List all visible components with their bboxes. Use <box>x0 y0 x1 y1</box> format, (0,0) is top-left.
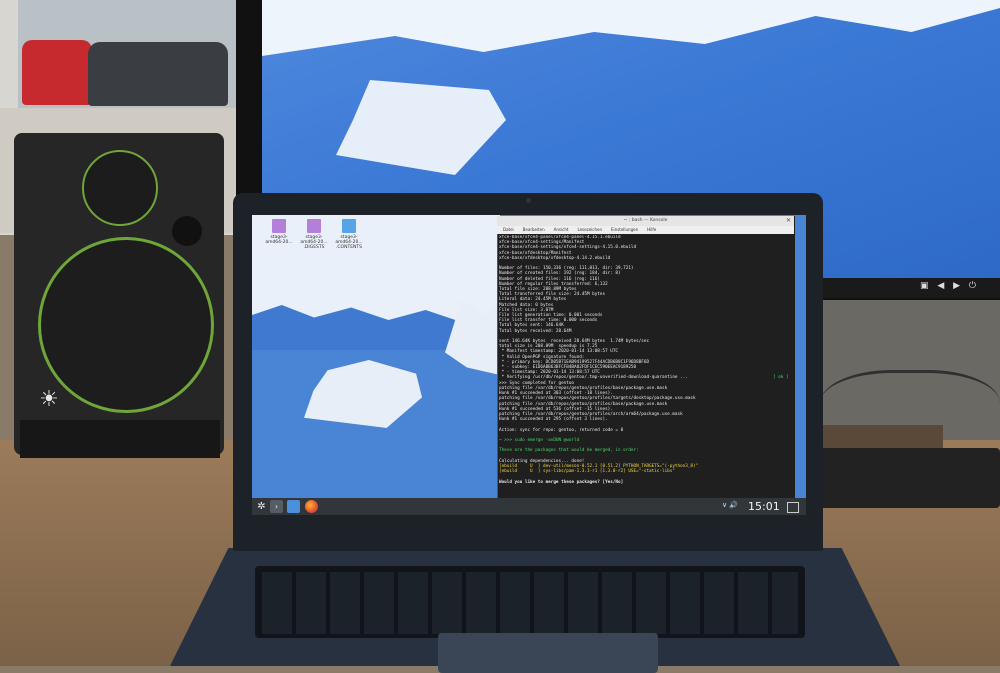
konsole-titlebar[interactable]: ~ : bash — Konsole <box>497 216 794 226</box>
desktop-file-2[interactable]: stage3-amd64-20... .DIGESTS <box>297 219 331 250</box>
speaker-port <box>172 216 202 246</box>
parked-car-dark <box>88 42 228 106</box>
menu-help[interactable]: Hilfe <box>647 227 656 232</box>
system-tray[interactable]: ∨ 🔊 <box>722 501 746 513</box>
monitor-control-buttons[interactable]: ▣ ◀ ▶ ⏻ <box>920 281 996 293</box>
firefox-icon[interactable] <box>305 500 318 513</box>
external-keyboard <box>820 448 1000 508</box>
terminal-line: Would you like to merge these packages? … <box>499 479 624 485</box>
speaker-stand <box>20 420 220 458</box>
touchpad[interactable] <box>438 633 658 673</box>
menu-settings[interactable]: Einstellungen <box>611 227 638 232</box>
show-desktop-icon[interactable] <box>787 502 799 513</box>
archive-file-icon <box>272 219 286 233</box>
menu-edit[interactable]: Bearbeiten <box>523 227 545 232</box>
desktop-file-label: stage3-amd64-20... .CONTENTS <box>335 235 363 250</box>
webcam <box>526 198 531 203</box>
ok-badge: [ ok ] <box>773 375 789 380</box>
close-icon[interactable]: ✕ <box>786 218 792 224</box>
clock[interactable]: 15:01 <box>748 499 784 514</box>
folder-icon <box>342 219 356 233</box>
archive-file-icon <box>307 219 321 233</box>
speaker-woofer <box>38 237 214 413</box>
desktop-file-3[interactable]: stage3-amd64-20... .CONTENTS <box>332 219 366 250</box>
laptop-keys[interactable] <box>262 572 798 634</box>
konsole-menubar[interactable]: Datei Bearbeiten Ansicht Lesezeichen Einstel… <box>497 226 794 234</box>
menu-file[interactable]: Datei <box>503 227 514 232</box>
terminal-icon[interactable]: › <box>270 500 283 513</box>
file-manager-icon[interactable] <box>287 500 300 513</box>
terminal-output[interactable]: xfce-base/xfce4-panel/xfce4-panel-4.15.1… <box>499 235 792 497</box>
speaker-logo-icon: ☀ <box>39 387 59 412</box>
desktop-file-1[interactable]: stage3-amd64-20... <box>262 219 296 245</box>
app-launcher-icon[interactable]: ✲ <box>255 500 268 513</box>
menu-view[interactable]: Ansicht <box>554 227 569 232</box>
parked-car-red <box>22 40 92 105</box>
menu-bookmarks[interactable]: Lesezeichen <box>577 227 602 232</box>
desktop-file-label: stage3-amd64-20... <box>265 235 293 245</box>
desktop-file-label: stage3-amd64-20... .DIGESTS <box>300 235 328 250</box>
speaker-tweeter <box>82 150 158 226</box>
